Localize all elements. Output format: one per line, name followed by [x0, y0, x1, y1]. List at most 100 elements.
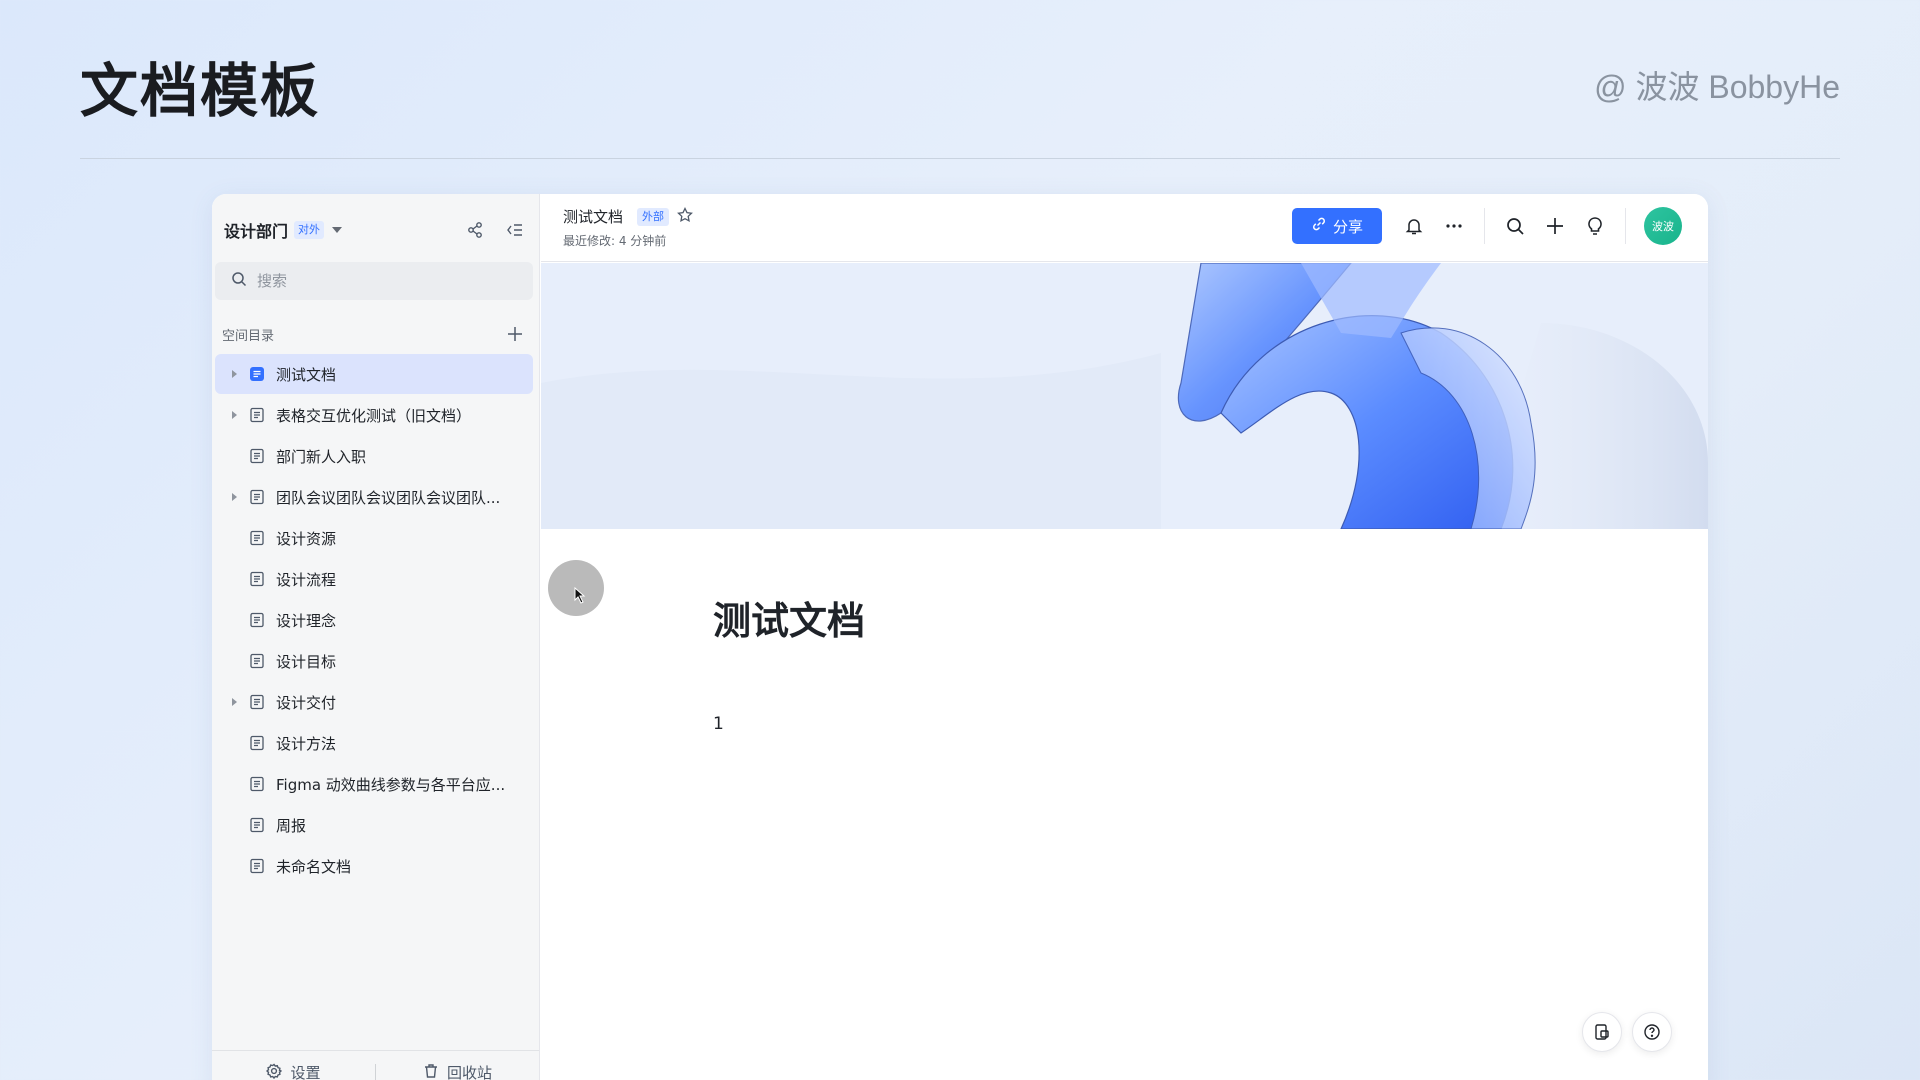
sidebar-item-label: 团队会议团队会议团队会议团队...: [276, 488, 501, 507]
avatar[interactable]: 波波: [1644, 207, 1682, 245]
sidebar-tree-item[interactable]: 未命名文档: [215, 846, 533, 886]
sidebar-item-label: Figma 动效曲线参数与各平台应...: [276, 775, 506, 794]
sidebar-header: 设计部门 对外: [224, 214, 527, 246]
share-button[interactable]: 分享: [1292, 208, 1382, 244]
document-icon: [247, 364, 267, 384]
sidebar-tree-item[interactable]: 设计资源: [215, 518, 533, 558]
main-area: 测试文档 外部 最近修改: 4 分钟前 分享 波波 测试文档 1: [541, 194, 1708, 1080]
slide-divider: [80, 158, 1840, 159]
sidebar-tree-item[interactable]: 部门新人入职: [215, 436, 533, 476]
trash-label: 回收站: [446, 1064, 492, 1080]
document-icon: [247, 815, 267, 835]
sidebar-search[interactable]: [215, 262, 533, 300]
sidebar-item-label: 设计交付: [276, 693, 337, 712]
help-icon[interactable]: [1632, 1012, 1672, 1052]
settings-button[interactable]: 设置: [212, 1062, 375, 1080]
search-icon: [231, 271, 247, 291]
settings-label: 设置: [290, 1064, 321, 1080]
sidebar: 设计部门 对外 空间目录 测试文档表格交互优化测: [212, 194, 540, 1080]
sidebar-tree-item[interactable]: 团队会议团队会议团队会议团队...: [215, 477, 533, 517]
sidebar-tree-item[interactable]: Figma 动效曲线参数与各平台应...: [215, 764, 533, 804]
gear-icon: [266, 1063, 283, 1080]
directory-tree: 测试文档表格交互优化测试（旧文档） 部门新人入职团队会议团队会议团队会议团队...…: [215, 354, 533, 887]
star-icon[interactable]: [677, 206, 693, 227]
sidebar-item-label: 设计目标: [276, 652, 337, 671]
link-icon: [1311, 216, 1327, 236]
trash-icon: [423, 1063, 439, 1080]
app-window: 设计部门 对外 空间目录 测试文档表格交互优化测: [212, 194, 1708, 1080]
chevron-right-icon[interactable]: [227, 408, 241, 422]
cursor-indicator: [548, 560, 604, 616]
sidebar-tree-item[interactable]: 周报: [215, 805, 533, 845]
space-visibility-badge: 对外: [294, 221, 325, 239]
sidebar-tree-item[interactable]: 设计理念: [215, 600, 533, 640]
sidebar-item-label: 测试文档: [276, 365, 337, 384]
sidebar-item-label: 设计理念: [276, 611, 337, 630]
document-icon: [247, 774, 267, 794]
external-badge: 外部: [637, 207, 670, 226]
bell-icon[interactable]: [1402, 214, 1426, 238]
sidebar-item-label: 设计流程: [276, 570, 337, 589]
sidebar-tree-item[interactable]: 设计目标: [215, 641, 533, 681]
document-icon: [247, 569, 267, 589]
share-nodes-icon[interactable]: [463, 218, 487, 242]
sidebar-item-label: 周报: [276, 816, 307, 835]
document-icon: [247, 692, 267, 712]
plus-icon[interactable]: [1543, 214, 1567, 238]
sidebar-tree-item[interactable]: 表格交互优化测试（旧文档）: [215, 395, 533, 435]
document-toolbar: 测试文档 外部 最近修改: 4 分钟前 分享 波波: [541, 194, 1708, 262]
space-name[interactable]: 设计部门: [224, 218, 288, 242]
slide-title: 文档模板: [80, 57, 321, 125]
toolbar-doc-title[interactable]: 测试文档: [563, 206, 623, 227]
chevron-right-icon[interactable]: [227, 367, 241, 381]
directory-label: 空间目录: [222, 328, 275, 344]
sidebar-item-label: 部门新人入职: [276, 447, 367, 466]
chevron-right-icon[interactable]: [227, 490, 241, 504]
toolbar-divider: [1625, 208, 1626, 244]
sidebar-tree-item[interactable]: 测试文档: [215, 354, 533, 394]
search-icon[interactable]: [1503, 214, 1527, 238]
document-heading[interactable]: 测试文档: [713, 590, 865, 645]
lightbulb-icon[interactable]: [1583, 214, 1607, 238]
outline-icon[interactable]: [1582, 1012, 1622, 1052]
document-icon: [247, 446, 267, 466]
trash-button[interactable]: 回收站: [376, 1062, 539, 1080]
plus-icon[interactable]: [503, 322, 527, 346]
document-icon: [247, 856, 267, 876]
sidebar-tree-item[interactable]: 设计方法: [215, 723, 533, 763]
floating-actions: [1582, 1012, 1672, 1052]
sidebar-item-label: 设计方法: [276, 734, 337, 753]
sidebar-item-label: 未命名文档: [276, 857, 352, 876]
document-paragraph[interactable]: 1: [713, 714, 724, 734]
cover-image: [541, 263, 1708, 529]
share-label: 分享: [1332, 217, 1363, 236]
sidebar-footer: 设置 回收站: [212, 1050, 539, 1080]
sidebar-tree-item[interactable]: 设计交付: [215, 682, 533, 722]
search-input[interactable]: [257, 272, 507, 290]
sidebar-item-label: 表格交互优化测试（旧文档）: [276, 406, 472, 425]
more-icon[interactable]: [1442, 214, 1466, 238]
toolbar-divider: [1484, 208, 1485, 244]
document-icon: [247, 651, 267, 671]
chevron-down-icon[interactable]: [332, 227, 343, 233]
collapse-sidebar-icon[interactable]: [503, 218, 527, 242]
document-icon: [247, 405, 267, 425]
last-modified: 最近修改: 4 分钟前: [563, 234, 667, 248]
document-icon: [247, 487, 267, 507]
directory-header: 空间目录: [222, 322, 527, 346]
document-icon: [247, 733, 267, 753]
document-icon: [247, 528, 267, 548]
chevron-right-icon[interactable]: [227, 695, 241, 709]
sidebar-item-label: 设计资源: [276, 529, 337, 548]
slide-author: @ 波波 BobbyHe: [1594, 69, 1840, 105]
sidebar-tree-item[interactable]: 设计流程: [215, 559, 533, 599]
